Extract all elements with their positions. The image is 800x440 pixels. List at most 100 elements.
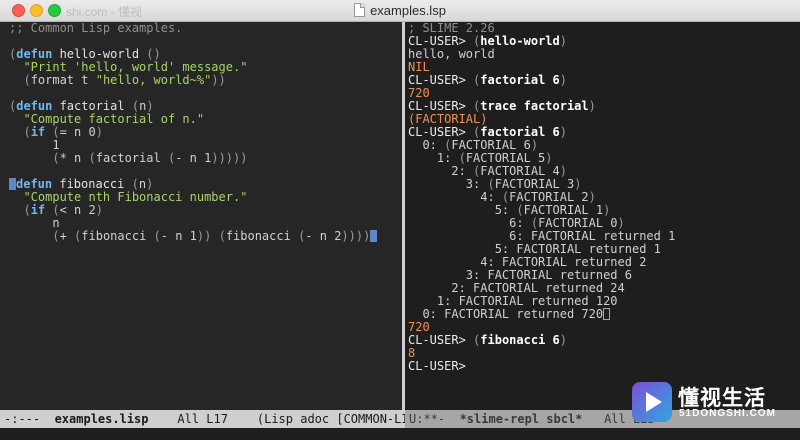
modeline-state: U:**- [409, 412, 460, 426]
code-token: ( [23, 203, 31, 217]
code-token: ) [530, 138, 539, 152]
code-token: fibonacci [225, 229, 299, 243]
code-token: FACTORIAL 4 [480, 164, 560, 178]
code-token: 1 [9, 138, 60, 152]
code-token: CL-USER> [408, 99, 474, 113]
code-token: ) [95, 203, 103, 217]
document-icon [354, 3, 366, 17]
code-token: ) [95, 125, 103, 139]
code-token: fibonacci [52, 177, 132, 191]
repl-line: 0: FACTORIAL returned 720 [408, 308, 800, 321]
code-token: ( [52, 151, 60, 165]
code-token: 720 [408, 86, 430, 100]
code-token: ( [52, 229, 60, 243]
code-token: = n 0 [59, 125, 96, 139]
repl-line: CL-USER> (factorial 6) [408, 74, 800, 87]
code-token: 8 [408, 346, 416, 360]
code-token: 2: FACTORIAL returned 24 [408, 281, 625, 295]
text-cursor [370, 230, 378, 242]
window-title: examples.lsp [370, 3, 446, 18]
code-token: 4: FACTORIAL returned 2 [408, 255, 647, 269]
code-token: ) [617, 216, 625, 230]
code-line: (if (= n 0) [9, 126, 402, 139]
code-token: FACTORIAL 2 [509, 190, 589, 204]
code-token: 6: [408, 216, 531, 230]
code-token: ( [23, 73, 31, 87]
code-token: FACTORIAL 6 [451, 138, 531, 152]
code-token: trace factorial [480, 99, 589, 113]
modeline-state: -:--- [4, 412, 55, 426]
code-token: ) [545, 151, 553, 165]
code-token: ) [559, 34, 567, 48]
logo-text-en: 51DONGSHI.COM [679, 408, 776, 419]
code-token: )) [196, 229, 212, 243]
code-token: 1: [408, 151, 459, 165]
code-token: ( [487, 177, 495, 191]
code-token: "Print 'hello, world' message." [23, 60, 248, 74]
repl-pane[interactable]: ; SLIME 2.26 CL-USER> (hello-world) hello,… [405, 22, 800, 410]
code-token: ( [131, 99, 140, 113]
code-token: CL-USER> [408, 125, 474, 139]
code-token: CL-USER> [408, 333, 474, 347]
code-token: ) [146, 99, 154, 113]
code-line: (format t "hello, world~%")) [9, 74, 402, 87]
code-token: CL-USER> [408, 73, 474, 87]
code-token: "Compute nth Fibonacci number." [23, 190, 248, 204]
echo-area[interactable] [0, 428, 800, 440]
code-token: n [9, 216, 60, 230]
editor-mode-line[interactable]: -:--- examples.lisp All L17 (Lisp adoc [… [0, 410, 405, 428]
code-token: hello, world [408, 47, 495, 61]
code-token: () [146, 47, 161, 61]
code-token: ( [131, 177, 139, 191]
repl-line: CL-USER> [408, 360, 800, 373]
code-token: FACTORIAL 1 [523, 203, 604, 217]
code-token: FACTORIAL 3 [494, 177, 575, 191]
code-token: if [30, 125, 46, 139]
code-token: ( [153, 229, 161, 243]
code-token: CL-USER> [408, 359, 474, 373]
code-token: ( [88, 151, 96, 165]
code-token: - n 1 [175, 151, 212, 165]
code-token: ) [574, 177, 582, 191]
code-token: defun [16, 99, 53, 113]
inactive-cursor [603, 308, 611, 320]
code-token: ) [588, 99, 596, 113]
code-token: fibonacci [81, 229, 154, 243]
code-token: * n [59, 151, 89, 165]
code-line: (if (< n 2) [9, 204, 402, 217]
watermark-logo: 懂视生活 51DONGSHI.COM [632, 380, 788, 428]
emacs-window: shi.com - 懂视 examples.lsp ;; Common Lisp… [0, 0, 800, 440]
code-token: ))))) [211, 151, 248, 165]
code-token: "hello, world~%" [95, 73, 212, 87]
code-token: < n 2 [59, 203, 96, 217]
window-title-wrap: examples.lsp [0, 3, 800, 18]
code-token: 5: FACTORIAL returned 1 [408, 242, 661, 256]
code-token: n [138, 177, 147, 191]
code-token: hello-world [480, 34, 560, 48]
code-line: (+ (fibonacci (- n 1)) (fibonacci (- n 2… [9, 230, 402, 243]
modeline-buffer-name: *slime-repl sbcl* [459, 412, 583, 426]
code-token: - n 2 [305, 229, 342, 243]
editor-pane[interactable]: ;; Common Lisp examples. (defun hello-wo… [0, 22, 402, 410]
code-token: defun [16, 47, 53, 61]
code-token: fibonacci 6 [480, 333, 560, 347]
modeline-position: All L17 [148, 412, 257, 426]
code-token: if [30, 203, 46, 217]
code-token: 2: [408, 164, 474, 178]
code-token: ( [516, 203, 524, 217]
code-token: CL-USER> [408, 34, 474, 48]
repl-line: hello, world [408, 48, 800, 61]
text-cursor [9, 178, 16, 190]
code-token: 3: FACTORIAL returned 6 [408, 268, 632, 282]
code-token: ( [530, 216, 539, 230]
code-token: 6: FACTORIAL returned 1 [408, 229, 676, 243]
code-token: NIL [408, 60, 430, 74]
modeline-modes: (Lisp adoc [COMMON-LISP-USER] [256, 412, 405, 426]
code-line: ;; Common Lisp examples. [9, 22, 402, 35]
code-token: FACTORIAL 5 [465, 151, 546, 165]
code-token: 720 [408, 320, 430, 334]
